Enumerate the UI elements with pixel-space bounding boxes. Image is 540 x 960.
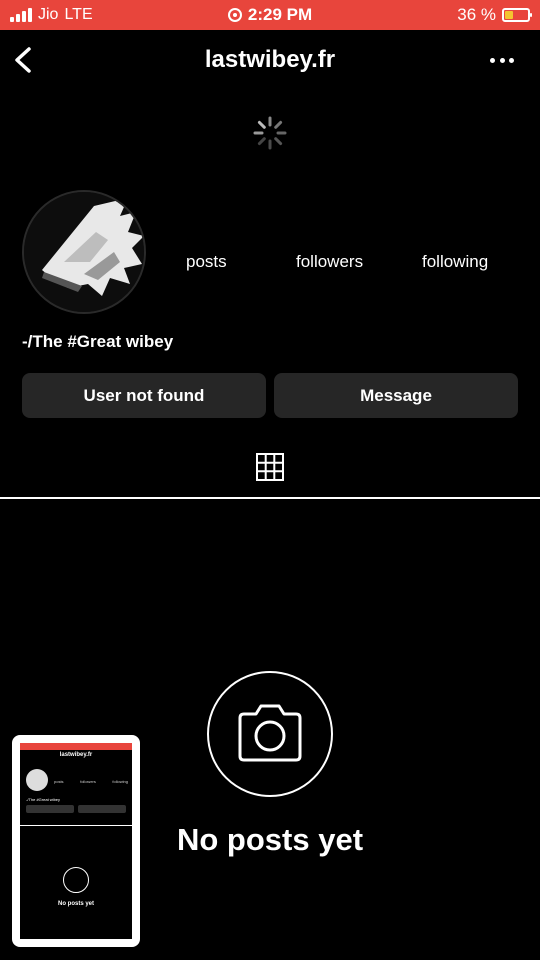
battery-percent: 36 % bbox=[457, 5, 496, 24]
thumbnail-stats: posts followers following bbox=[54, 779, 128, 784]
follow-button[interactable]: User not found bbox=[22, 373, 266, 418]
thumbnail-avatar bbox=[26, 769, 48, 791]
thumbnail-message-button bbox=[78, 805, 126, 813]
more-horizontal-icon[interactable] bbox=[490, 58, 514, 64]
clock: 2:29 PM bbox=[247, 5, 313, 24]
message-button[interactable]: Message bbox=[274, 373, 518, 418]
thumbnail-title: lastwibey.fr bbox=[59, 752, 93, 758]
loading-spinner-icon bbox=[253, 116, 287, 150]
thumbnail-posts: posts bbox=[54, 779, 64, 784]
active-tab-indicator bbox=[0, 497, 540, 499]
page-title: lastwibey.fr bbox=[204, 46, 336, 73]
followers-stat-label[interactable]: followers bbox=[296, 252, 363, 272]
profile-avatar[interactable] bbox=[22, 190, 146, 314]
thumbnail-camera-icon bbox=[63, 867, 89, 893]
grid-icon[interactable] bbox=[256, 453, 284, 481]
thumbnail-status-bar bbox=[20, 743, 132, 750]
posts-stat-label[interactable]: posts bbox=[186, 252, 227, 272]
thumbnail-follow-button bbox=[26, 805, 74, 813]
status-bar-right: 36 % bbox=[457, 0, 532, 30]
camera-icon bbox=[238, 704, 302, 762]
thumbnail-tab-underline bbox=[20, 825, 132, 826]
status-bar: Jio LTE 2:29 PM 36 % bbox=[0, 0, 540, 30]
battery-fill bbox=[505, 11, 513, 19]
following-stat-label[interactable]: following bbox=[422, 252, 488, 272]
top-nav: lastwibey.fr bbox=[0, 30, 540, 90]
avatar-image bbox=[24, 192, 144, 312]
thumbnail-followers: followers bbox=[80, 779, 96, 784]
profile-bio: -/The #Great wibey bbox=[22, 332, 174, 351]
screen-recording-thumbnail[interactable]: lastwibey.fr posts followers following -… bbox=[12, 735, 140, 947]
thumbnail-screen: lastwibey.fr posts followers following -… bbox=[20, 743, 132, 939]
thumbnail-empty-text: No posts yet bbox=[57, 901, 94, 907]
thumbnail-following: following bbox=[112, 779, 128, 784]
screen-record-icon bbox=[227, 8, 242, 22]
battery-icon bbox=[502, 8, 532, 22]
thumbnail-bio: -/The #Great wibey bbox=[26, 797, 61, 802]
